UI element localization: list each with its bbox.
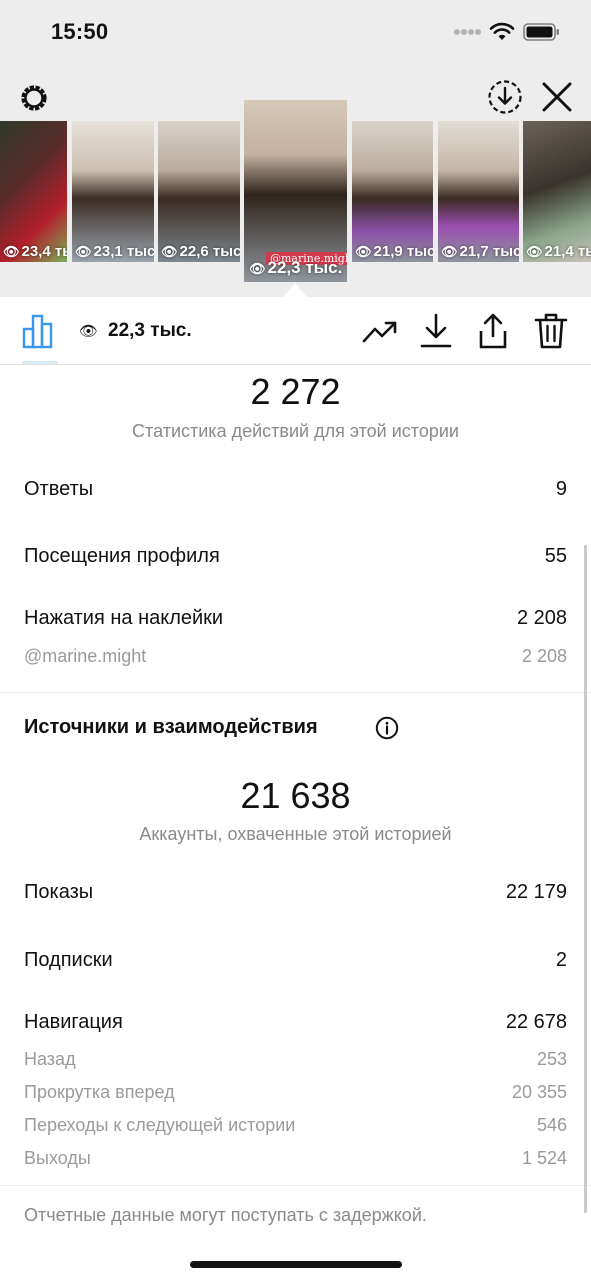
impressions-label: Показы — [24, 881, 94, 903]
story-strip-area: 15:50 👁23,4 тыс 👁23,1 тыс — [0, 0, 591, 297]
actions-caption: Статистика действий для этой истории — [132, 421, 459, 441]
action-bar: 👁 22,3 тыс. — [0, 297, 591, 365]
sticker-mention-label: @marine.might — [24, 646, 147, 666]
eye-icon: 👁 — [526, 244, 543, 259]
back-value: 253 — [536, 1049, 567, 1069]
story-thumbnail[interactable]: 👁 22,6 тыс — [158, 121, 240, 262]
eye-icon: 👁 — [161, 244, 178, 259]
story-thumbnail-image — [158, 121, 240, 262]
share-icon[interactable] — [473, 311, 513, 351]
follows-label: Подписки — [24, 949, 113, 971]
gear-icon[interactable] — [16, 80, 52, 116]
footer-note: Отчетные данные могут поступать с задерж… — [24, 1205, 427, 1225]
replies-label: Ответы — [24, 478, 94, 500]
sticker-mention-value: 2 208 — [521, 646, 567, 666]
signal-icon — [454, 29, 482, 37]
eye-icon: 👁 — [355, 244, 372, 259]
trash-icon[interactable] — [531, 311, 571, 351]
sticker-taps-value: 2 208 — [516, 607, 567, 629]
next-story-label: Переходы к следующей истории — [24, 1115, 296, 1135]
tab-underline — [22, 361, 58, 364]
next-story-value: 546 — [536, 1115, 567, 1135]
status-bar: 15:50 — [0, 0, 591, 64]
story-thumbnail-image — [523, 121, 591, 262]
wifi-icon — [489, 22, 515, 40]
story-views-label: 👁23,4 тыс — [3, 243, 67, 260]
discovery-title: Источники и взаимодействия — [24, 716, 318, 738]
section-divider — [0, 692, 591, 693]
navigation-label: Навигация — [24, 1011, 123, 1033]
profile-visits-value: 55 — [544, 545, 567, 567]
profile-visits-label: Посещения профиля — [24, 545, 220, 567]
home-indicator[interactable] — [190, 1261, 402, 1268]
story-views-label: 👁 23,1 тыс — [75, 243, 154, 260]
story-thumbnail[interactable]: 👁 21,9 тыс — [352, 121, 433, 262]
download-icon[interactable] — [416, 311, 456, 351]
follows-value: 2 — [555, 949, 567, 971]
story-thumbnail-image — [72, 121, 154, 262]
replies-value: 9 — [555, 478, 567, 500]
story-thumbnail[interactable]: 👁21,4 тыс — [523, 121, 591, 262]
story-thumbnail[interactable]: 👁 23,1 тыс — [72, 121, 154, 262]
scrollbar[interactable] — [584, 545, 587, 1213]
battery-icon — [523, 23, 559, 41]
story-thumbnail[interactable]: 👁23,4 тыс — [0, 121, 67, 262]
bar-chart-icon[interactable] — [22, 313, 58, 349]
story-thumbnail-image — [0, 121, 67, 262]
story-views-label: 👁 22,6 тыс — [161, 243, 240, 260]
story-thumbnail-selected[interactable]: @marine.might 👁22,3 тыс. — [244, 100, 347, 282]
sticker-taps-label: Нажатия на наклейки — [24, 607, 224, 629]
reach-caption: Аккаунты, охваченные этой историей — [139, 824, 452, 844]
trend-icon[interactable] — [360, 311, 400, 351]
back-label: Назад — [24, 1049, 76, 1069]
close-icon[interactable] — [540, 80, 574, 114]
navigation-value: 22 678 — [505, 1011, 567, 1033]
story-views-label: 👁 21,9 тыс — [355, 243, 433, 260]
views-count: 22,3 тыс. — [108, 320, 192, 341]
selected-story-pointer — [283, 283, 307, 297]
eye-icon: 👁 — [249, 261, 266, 276]
eye-icon: 👁 — [75, 244, 92, 259]
footer-divider — [0, 1185, 591, 1186]
exits-value: 1 524 — [521, 1148, 567, 1168]
reach-total: 21 638 — [240, 775, 351, 816]
info-icon[interactable] — [375, 716, 399, 740]
download-circle-icon[interactable] — [486, 78, 524, 116]
exits-label: Выходы — [24, 1148, 91, 1168]
story-views-label: 👁 21,7 тыс — [441, 243, 519, 260]
story-thumbnail-image — [352, 121, 433, 262]
story-thumbnail-image — [438, 121, 519, 262]
eye-icon: 👁 — [441, 244, 458, 259]
story-views-label: 👁21,4 тыс — [526, 243, 591, 260]
eye-icon: 👁 — [79, 323, 99, 340]
impressions-value: 22 179 — [505, 881, 567, 903]
eye-icon: 👁 — [3, 244, 20, 259]
story-thumbnail[interactable]: 👁 21,7 тыс — [438, 121, 519, 262]
forward-value: 20 355 — [511, 1082, 567, 1102]
actions-total: 2 272 — [250, 371, 341, 412]
forward-label: Прокрутка вперед — [24, 1082, 175, 1102]
story-views-label: 👁 22,3 тыс. — [249, 258, 343, 277]
status-time: 15:50 — [51, 19, 109, 44]
